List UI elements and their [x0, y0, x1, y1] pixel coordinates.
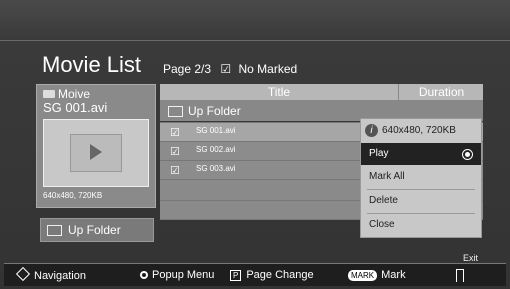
list-header: Title Duration	[160, 84, 483, 101]
folder-icon	[43, 90, 55, 98]
popup-info: i 640x480, 720KB	[365, 122, 477, 140]
popup-item-label: Play	[369, 148, 389, 159]
duration-column-header: Duration	[398, 84, 484, 100]
popup-info-text: 640x480, 720KB	[382, 125, 456, 136]
preview-thumbnail	[43, 119, 149, 187]
popup-item-label: Close	[369, 219, 395, 230]
popup-item-label: Mark All	[369, 171, 405, 182]
navigation-icon	[15, 266, 31, 282]
footer-bar: Navigation Popup Menu P Page Change MARK M…	[4, 263, 506, 286]
file-name: SG 001.avi	[196, 126, 236, 135]
info-icon: i	[365, 124, 378, 137]
header-divider	[0, 40, 510, 41]
footer-navigation-label: Navigation	[34, 270, 86, 282]
preview-name: Moive SG 001.avi	[43, 87, 107, 115]
ok-button-icon	[140, 271, 148, 280]
footer-exit	[456, 269, 464, 285]
popup-item-mark-all[interactable]: Mark All	[361, 166, 481, 188]
footer-navigation: Navigation	[15, 266, 86, 282]
title-column-header: Title	[267, 85, 291, 99]
page-key-icon: P	[230, 269, 242, 281]
file-name: SG 002.avi	[196, 145, 236, 154]
exit-label[interactable]: Exit	[463, 253, 478, 263]
footer-mark: MARK Mark	[348, 269, 406, 281]
page-info: Page 2/3 ☑ No Marked	[163, 62, 297, 76]
footer-popup-menu: Popup Menu	[140, 269, 214, 281]
popup-item-play[interactable]: Play	[361, 143, 481, 165]
footer-page-change: P Page Change	[230, 269, 314, 281]
play-icon	[90, 144, 102, 160]
popup-menu: i 640x480, 720KB Play Mark All Delete Clo…	[360, 118, 482, 238]
preview-resolution: 640x480, 720KB	[43, 191, 103, 200]
preview-folder: Moive	[58, 87, 91, 101]
radio-icon	[462, 149, 473, 160]
preview-filename: SG 001.avi	[43, 100, 108, 115]
preview-panel: Moive SG 001.avi 640x480, 720KB	[36, 84, 156, 208]
footer-popup-label: Popup Menu	[152, 269, 215, 281]
exit-key-icon	[456, 269, 464, 282]
marked-status: No Marked	[238, 62, 298, 76]
checkbox-icon: ☑	[220, 62, 232, 76]
footer-mark-label: Mark	[381, 269, 406, 281]
page-number: Page 2/3	[163, 62, 212, 76]
file-name: SG 003.avi	[196, 164, 236, 173]
checkbox-icon[interactable]: ☑	[170, 126, 180, 139]
popup-item-label: Delete	[369, 195, 398, 206]
mark-key-icon: MARK	[348, 269, 378, 281]
up-folder-row-label: Up Folder	[188, 104, 241, 118]
popup-item-delete[interactable]: Delete	[361, 190, 481, 212]
page-title: Movie List	[42, 52, 142, 77]
up-folder-label: Up Folder	[68, 223, 121, 237]
checkbox-icon[interactable]: ☑	[170, 164, 180, 177]
up-folder-button[interactable]: Up Folder	[40, 218, 154, 242]
folder-icon	[47, 225, 62, 237]
footer-page-label: Page Change	[246, 269, 314, 281]
checkbox-icon[interactable]: ☑	[170, 145, 180, 158]
folder-icon	[168, 106, 183, 117]
popup-item-close[interactable]: Close	[361, 214, 481, 236]
